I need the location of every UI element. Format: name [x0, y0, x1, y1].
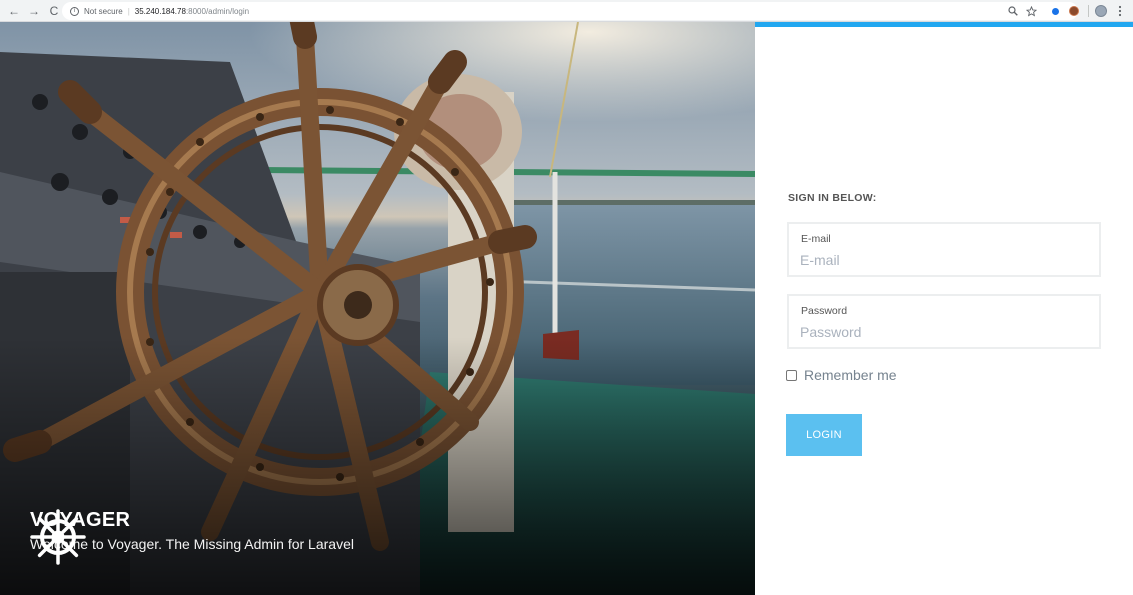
address-bar[interactable]: i Not secure | 35.240.184.78 :8000/admin…: [62, 2, 1078, 20]
accent-bar: [755, 22, 1133, 27]
extension-icon[interactable]: [1067, 4, 1081, 18]
extension-icon[interactable]: [1048, 4, 1062, 18]
url-host: 35.240.184.78: [134, 6, 186, 16]
star-icon[interactable]: [1024, 4, 1038, 18]
remember-label[interactable]: Remember me: [804, 367, 897, 383]
remember-checkbox[interactable]: [786, 369, 797, 381]
back-icon[interactable]: ←: [6, 3, 22, 19]
address-separator: |: [127, 6, 130, 16]
brand-block: VOYAGER Welcome to Voyager. The Missing …: [30, 509, 354, 565]
password-input[interactable]: [800, 322, 1090, 342]
security-label: Not secure: [84, 6, 123, 16]
hero-image: VOYAGER Welcome to Voyager. The Missing …: [0, 22, 755, 595]
email-input[interactable]: [800, 250, 1090, 270]
browser-toolbar: ← → C i Not secure | 35.240.184.78 :8000…: [0, 0, 1133, 22]
url-path: :8000/admin/login: [185, 6, 250, 16]
forward-icon[interactable]: →: [26, 3, 42, 19]
password-label: Password: [801, 305, 848, 317]
brand-tagline: Welcome to Voyager. The Missing Admin fo…: [30, 536, 354, 552]
toolbar-divider: [1088, 5, 1089, 17]
email-field[interactable]: E-mail: [787, 222, 1101, 277]
reload-icon[interactable]: C: [46, 3, 62, 19]
email-label: E-mail: [801, 233, 831, 245]
sign-in-heading: SIGN IN BELOW:: [788, 192, 877, 204]
profile-avatar[interactable]: [1094, 4, 1108, 18]
password-field[interactable]: Password: [787, 294, 1101, 349]
login-panel: SIGN IN BELOW: E-mail Password Remember …: [755, 22, 1133, 595]
remember-me[interactable]: Remember me: [786, 367, 897, 383]
login-button[interactable]: LOGIN: [786, 414, 862, 456]
zoom-icon[interactable]: [1006, 4, 1020, 18]
info-icon[interactable]: i: [70, 6, 79, 16]
menu-icon[interactable]: [1113, 4, 1127, 18]
